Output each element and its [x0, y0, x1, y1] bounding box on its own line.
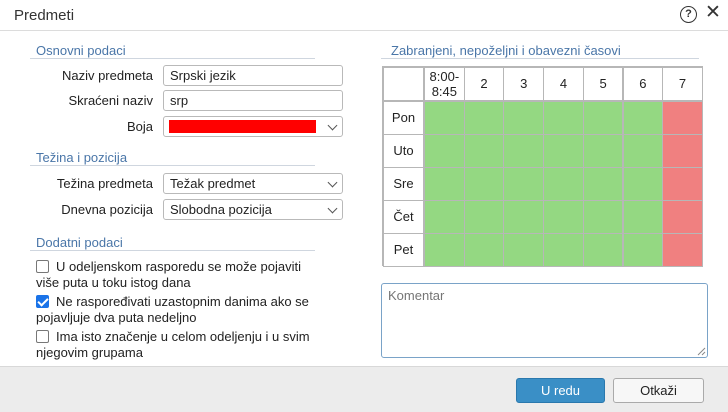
schedule-cell[interactable]: [424, 200, 465, 234]
schedule-cell[interactable]: [503, 134, 545, 168]
section-title-schedule: Zabranjeni, nepoželjni i obavezni časovi: [391, 43, 621, 58]
schedule-cell[interactable]: [543, 134, 584, 168]
subject-name-input[interactable]: [163, 65, 343, 86]
position-select-value: Slobodna pozicija: [170, 202, 272, 217]
schedule-cell[interactable]: [662, 101, 703, 135]
schedule-cell[interactable]: [424, 101, 465, 135]
period-header[interactable]: 3: [503, 67, 545, 101]
day-header[interactable]: Uto: [383, 134, 424, 168]
section-divider: [30, 165, 315, 166]
schedule-cell[interactable]: [582, 233, 624, 267]
schedule-cell[interactable]: [463, 200, 505, 234]
chevron-down-icon: [327, 177, 338, 188]
period-header[interactable]: 4: [543, 67, 584, 101]
schedule-cell[interactable]: [543, 233, 584, 267]
color-label: Boja: [126, 119, 153, 134]
option-label: Ne raspoređivati uzastopnim danima ako s…: [36, 294, 309, 325]
day-header[interactable]: Čet: [383, 200, 424, 234]
resize-grip-icon[interactable]: [697, 347, 706, 356]
dialog-titlebar: Predmeti ? ✕: [0, 0, 728, 31]
schedule-cell[interactable]: [662, 200, 703, 234]
position-select[interactable]: Slobodna pozicija: [163, 199, 343, 220]
day-header[interactable]: Pon: [383, 101, 424, 135]
schedule-cell[interactable]: [622, 101, 664, 135]
schedule-cell[interactable]: [543, 200, 584, 234]
schedule-cell[interactable]: [503, 167, 545, 201]
schedule-cell[interactable]: [503, 200, 545, 234]
period-header[interactable]: 6: [622, 67, 664, 101]
cancel-button[interactable]: Otkaži: [613, 378, 704, 403]
schedule-cell[interactable]: [582, 167, 624, 201]
chevron-down-icon: [327, 203, 338, 214]
schedule-cell[interactable]: [622, 200, 664, 234]
day-header[interactable]: Pet: [383, 233, 424, 267]
comment-textarea[interactable]: [381, 283, 708, 358]
position-label: Dnevna pozicija: [61, 202, 153, 217]
period-header[interactable]: 5: [582, 67, 624, 101]
weight-label: Težina predmeta: [56, 176, 153, 191]
schedule-cell[interactable]: [463, 134, 505, 168]
schedule-grid: 8:00- 8:45 2 3 4 5 6 7 Pon Uto Sre Čet Pet: [382, 66, 703, 267]
schedule-cell[interactable]: [543, 167, 584, 201]
close-icon[interactable]: ✕: [704, 3, 722, 22]
color-select[interactable]: [163, 116, 343, 137]
schedule-cell[interactable]: [662, 134, 703, 168]
dialog-title: Predmeti: [14, 7, 75, 24]
schedule-cell[interactable]: [582, 101, 624, 135]
schedule-cell[interactable]: [463, 167, 505, 201]
schedule-cell[interactable]: [662, 233, 703, 267]
section-divider: [30, 250, 315, 251]
period-header[interactable]: 7: [662, 67, 703, 101]
schedule-cell[interactable]: [622, 233, 664, 267]
schedule-cell[interactable]: [463, 233, 505, 267]
subject-name-label: Naziv predmeta: [61, 68, 153, 83]
schedule-cell[interactable]: [582, 134, 624, 168]
schedule-cell[interactable]: [622, 167, 664, 201]
section-title-extra: Dodatni podaci: [36, 235, 123, 250]
period-header[interactable]: 8:00- 8:45: [424, 67, 465, 101]
short-name-label: Skraćeni naziv: [68, 93, 153, 108]
dialog-footer: U redu Otkaži: [0, 366, 728, 412]
weight-select-value: Težak predmet: [170, 176, 256, 191]
schedule-cell[interactable]: [424, 167, 465, 201]
dialog-content: Osnovni podaci Naziv predmeta Skraćeni n…: [0, 31, 728, 366]
option-label: Ima isto značenje u celom odeljenju i u …: [36, 329, 310, 360]
section-title-weight: Težina i pozicija: [36, 150, 128, 165]
period-header[interactable]: 2: [463, 67, 505, 101]
schedule-cell[interactable]: [424, 233, 465, 267]
schedule-cell[interactable]: [424, 134, 465, 168]
section-divider: [381, 58, 699, 59]
short-name-input[interactable]: [163, 90, 343, 111]
section-divider: [30, 58, 315, 59]
option-label: U odeljenskom rasporedu se može pojaviti…: [36, 259, 301, 290]
ok-button[interactable]: U redu: [516, 378, 605, 403]
day-header[interactable]: Sre: [383, 167, 424, 201]
schedule-cell[interactable]: [503, 233, 545, 267]
schedule-cell[interactable]: [543, 101, 584, 135]
help-icon[interactable]: ?: [680, 6, 697, 23]
chevron-down-icon: [327, 120, 338, 131]
schedule-cell[interactable]: [582, 200, 624, 234]
schedule-cell[interactable]: [503, 101, 545, 135]
schedule-cell[interactable]: [622, 134, 664, 168]
color-swatch: [169, 120, 316, 133]
schedule-cell[interactable]: [463, 101, 505, 135]
grid-corner: [383, 67, 424, 101]
section-title-basic: Osnovni podaci: [36, 43, 126, 58]
schedule-cell[interactable]: [662, 167, 703, 201]
weight-select[interactable]: Težak predmet: [163, 173, 343, 194]
